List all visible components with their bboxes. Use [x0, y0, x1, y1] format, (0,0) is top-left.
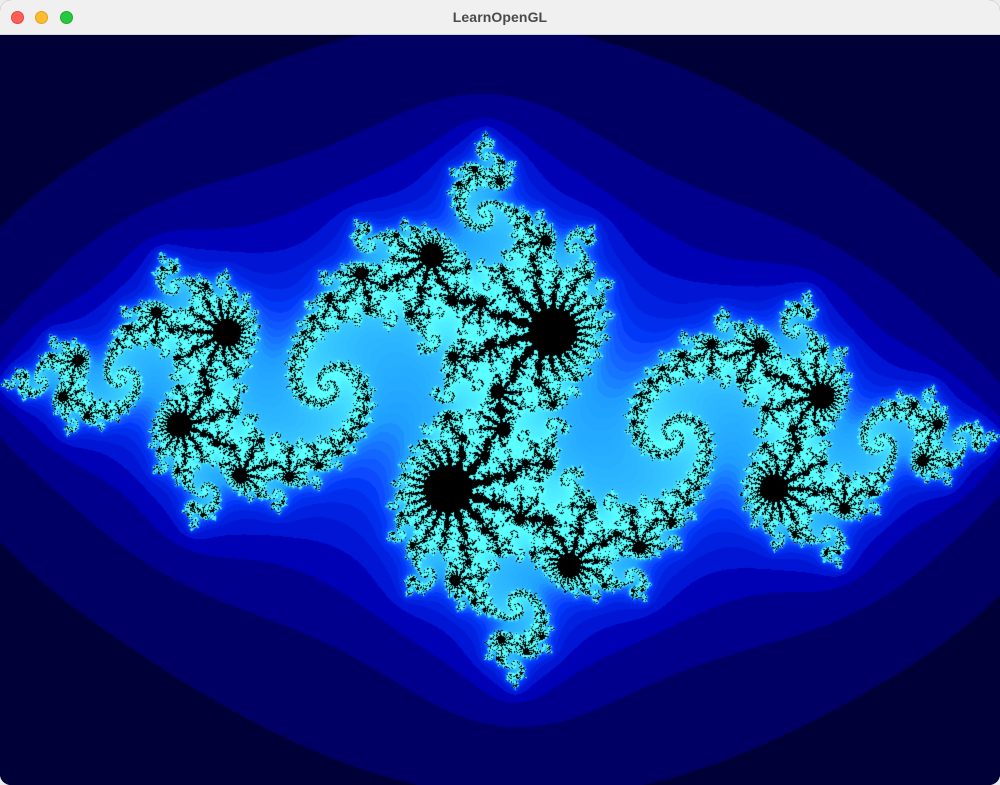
- julia-set-fractal-canvas: [0, 35, 1000, 785]
- title-bar[interactable]: LearnOpenGL: [0, 0, 1000, 35]
- opengl-viewport[interactable]: [0, 35, 1000, 785]
- window-title: LearnOpenGL: [452, 9, 548, 25]
- app-window: LearnOpenGL: [0, 0, 1000, 785]
